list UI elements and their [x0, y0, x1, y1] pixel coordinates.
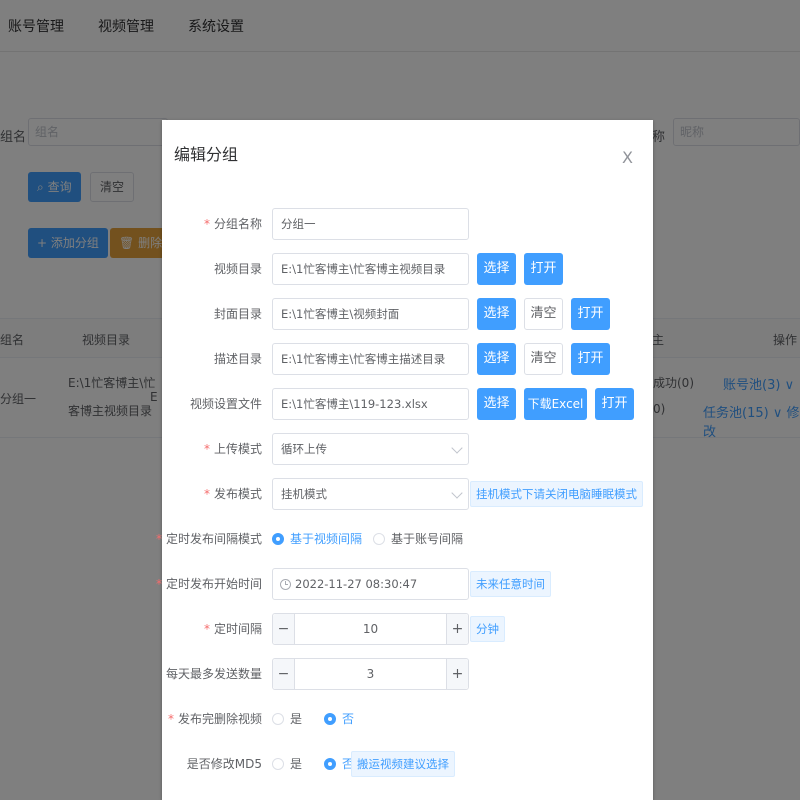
field-label: 描述目录 — [213, 352, 262, 366]
field-label: 每天最多发送数量 — [165, 667, 262, 681]
group-name-input[interactable]: 分组一 — [272, 208, 469, 240]
clock-icon — [280, 579, 291, 590]
field-interval: * 定时间隔 − 10 + 分钟 — [162, 613, 653, 647]
md5-hint: 搬运视频建议选择 — [351, 751, 455, 777]
publish-mode-select[interactable]: 挂机模式 — [272, 478, 469, 510]
radio-md5-no[interactable]: 否 — [324, 748, 354, 780]
video-dir-input[interactable]: E:\1忙客博主\忙客博主视频目录 — [272, 253, 469, 285]
upload-mode-select[interactable]: 循环上传 — [272, 433, 469, 465]
field-video-settings-file: 视频设置文件 E:\1忙客博主\119-123.xlsx 选择 下载Excel … — [162, 388, 653, 422]
desc-dir-input[interactable]: E:\1忙客博主\忙客博主描述目录 — [272, 343, 469, 375]
video-settings-file-input[interactable]: E:\1忙客博主\119-123.xlsx — [272, 388, 469, 420]
field-label: * 定时发布间隔模式 — [155, 532, 262, 546]
field-start-time: * 定时发布开始时间 2022-11-27 08:30:47 未来任意时间 — [156, 568, 653, 602]
plus-button[interactable]: + — [446, 614, 468, 644]
download-excel-button[interactable]: 下载Excel — [524, 388, 587, 420]
field-cover-dir: 封面目录 E:\1忙客博主\视频封面 选择 清空 打开 — [162, 298, 653, 332]
daily-max-stepper: − 3 + — [272, 658, 469, 690]
field-label: * 分组名称 — [203, 217, 262, 231]
cover-dir-clear-button[interactable]: 清空 — [524, 298, 563, 330]
field-upload-mode: * 上传模式 循环上传 — [162, 433, 653, 467]
publish-mode-hint: 挂机模式下请关闭电脑睡眠模式 — [470, 481, 643, 507]
start-time-picker[interactable]: 2022-11-27 08:30:47 — [272, 568, 469, 600]
desc-dir-open-button[interactable]: 打开 — [571, 343, 610, 375]
field-label: * 上传模式 — [203, 442, 262, 456]
field-label: 视频设置文件 — [189, 397, 262, 411]
video-dir-open-button[interactable]: 打开 — [524, 253, 563, 285]
interval-stepper: − 10 + — [272, 613, 469, 645]
field-label: 视频目录 — [213, 262, 262, 276]
field-publish-mode: * 发布模式 挂机模式 挂机模式下请关闭电脑睡眠模式 — [162, 478, 653, 512]
close-icon[interactable]: X — [622, 150, 633, 166]
minus-button[interactable]: − — [273, 659, 295, 689]
field-daily-max: 每天最多发送数量 − 3 + — [162, 658, 653, 692]
dialog-title: 编辑分组 — [174, 145, 239, 164]
radio-video-interval[interactable]: 基于视频间隔 — [272, 523, 362, 555]
interval-unit: 分钟 — [470, 616, 505, 642]
field-desc-dir: 描述目录 E:\1忙客博主\忙客博主描述目录 选择 清空 打开 — [162, 343, 653, 377]
field-label: * 发布模式 — [203, 487, 262, 501]
video-file-select-button[interactable]: 选择 — [477, 388, 516, 420]
field-label: * 发布完删除视频 — [167, 712, 262, 726]
radio-delete-no[interactable]: 否 — [324, 703, 354, 735]
video-dir-select-button[interactable]: 选择 — [477, 253, 516, 285]
field-group-name: * 分组名称 分组一 — [162, 208, 653, 242]
field-label: 是否修改MD5 — [186, 757, 262, 771]
daily-max-value[interactable]: 3 — [295, 659, 446, 689]
cover-dir-open-button[interactable]: 打开 — [571, 298, 610, 330]
plus-button[interactable]: + — [446, 659, 468, 689]
cover-dir-select-button[interactable]: 选择 — [477, 298, 516, 330]
start-time-hint: 未来任意时间 — [470, 571, 551, 597]
field-interval-mode: * 定时发布间隔模式 基于视频间隔 基于账号间隔 — [156, 523, 653, 557]
field-label: * 定时发布开始时间 — [155, 577, 262, 591]
field-video-dir: 视频目录 E:\1忙客博主\忙客博主视频目录 选择 打开 — [162, 253, 653, 287]
field-modify-md5: 是否修改MD5 是 否 搬运视频建议选择 — [162, 748, 653, 782]
desc-dir-clear-button[interactable]: 清空 — [524, 343, 563, 375]
cover-dir-input[interactable]: E:\1忙客博主\视频封面 — [272, 298, 469, 330]
field-label: * 定时间隔 — [203, 622, 262, 636]
chevron-down-icon — [451, 487, 463, 499]
field-label: 封面目录 — [213, 307, 262, 321]
edit-group-dialog: 编辑分组 X * 分组名称 分组一 视频目录 E:\1忙客博主\忙客博主视频目录 … — [156, 120, 653, 800]
video-file-open-button[interactable]: 打开 — [595, 388, 634, 420]
radio-md5-yes[interactable]: 是 — [272, 748, 302, 780]
field-delete-after-publish: * 发布完删除视频 是 否 — [162, 703, 653, 737]
interval-value[interactable]: 10 — [295, 614, 446, 644]
chevron-down-icon — [451, 442, 463, 454]
minus-button[interactable]: − — [273, 614, 295, 644]
radio-delete-yes[interactable]: 是 — [272, 703, 302, 735]
radio-account-interval[interactable]: 基于账号间隔 — [373, 523, 463, 555]
desc-dir-select-button[interactable]: 选择 — [477, 343, 516, 375]
